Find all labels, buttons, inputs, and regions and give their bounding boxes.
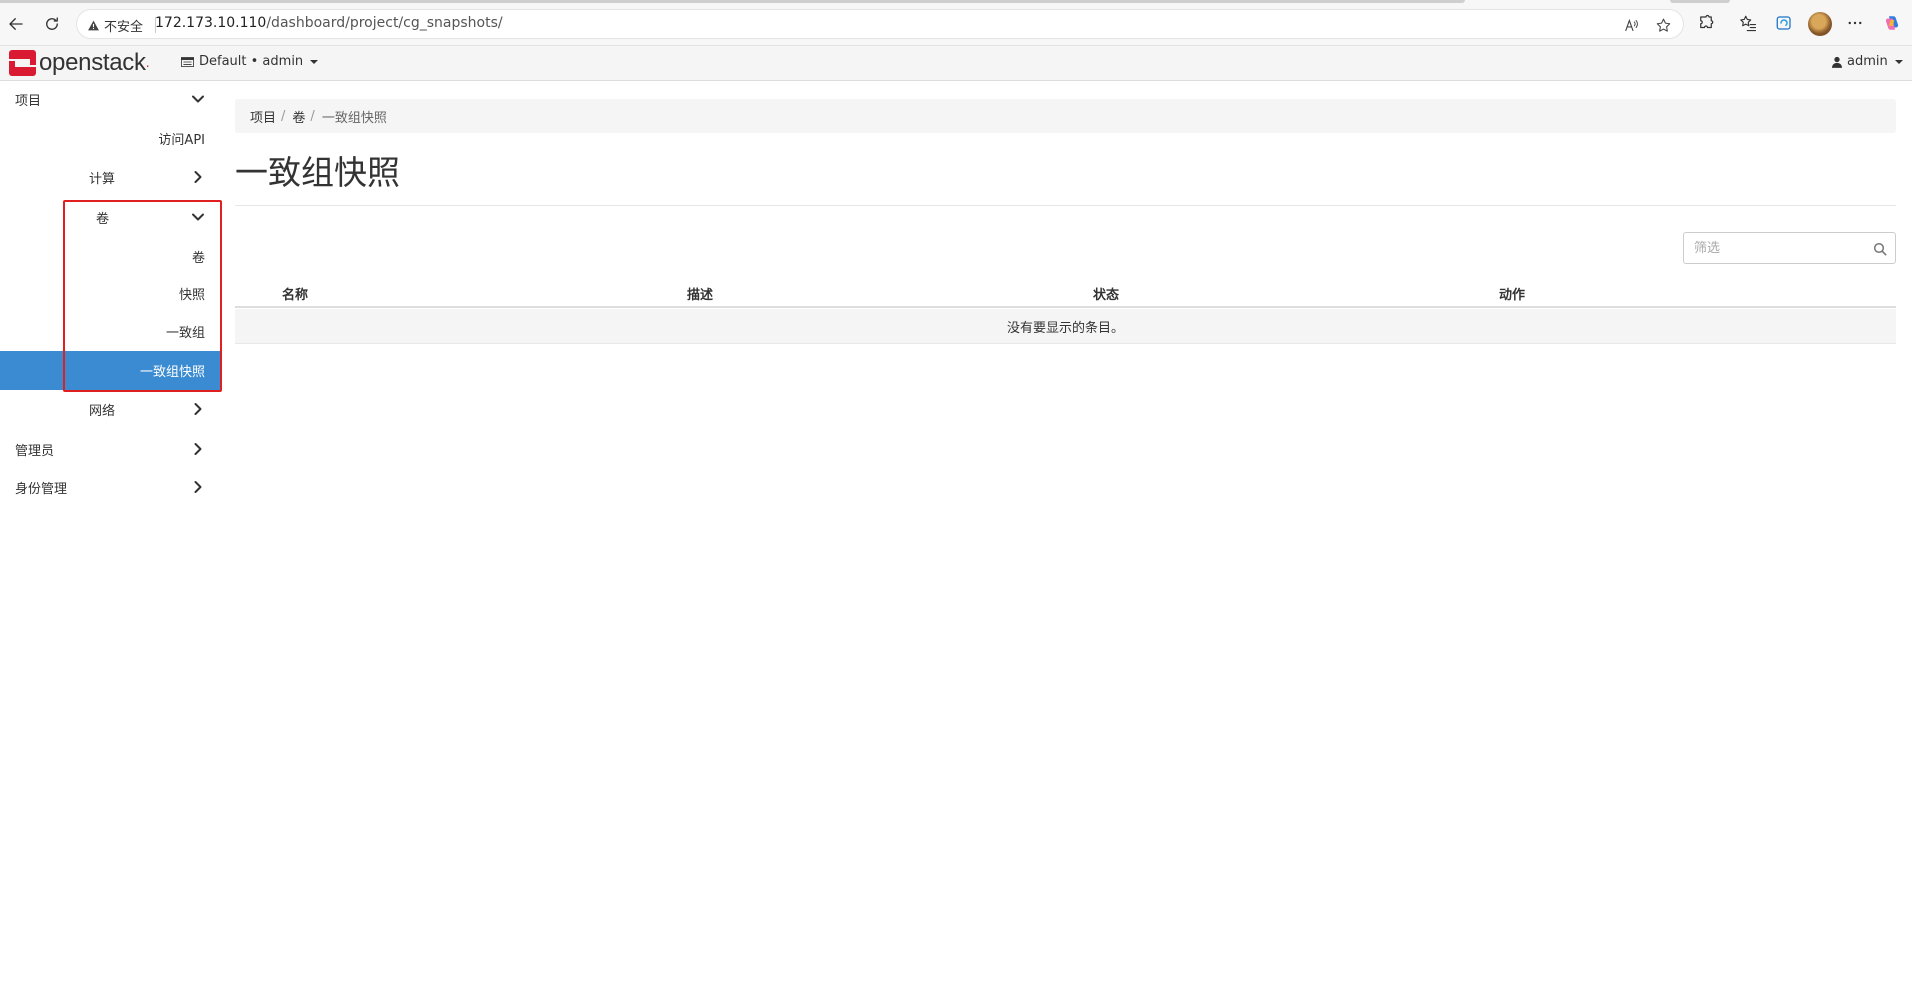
chevron-down-icon xyxy=(191,92,205,106)
arrow-left-icon xyxy=(9,18,23,30)
chevron-right-icon xyxy=(191,170,205,184)
project-selector-label: Default • admin xyxy=(199,54,304,69)
sidebar-item-project[interactable]: 项目 xyxy=(0,84,220,114)
sidebar-item-label: 网络 xyxy=(89,403,116,419)
favorites-button[interactable] xyxy=(1736,11,1760,35)
read-aloud-button[interactable] xyxy=(1621,15,1641,35)
sidebar-item-compute[interactable]: 计算 xyxy=(0,162,220,192)
sidebar-item-admin[interactable]: 管理员 xyxy=(0,434,220,464)
chevron-right-icon xyxy=(191,402,205,416)
filter-box[interactable] xyxy=(1683,232,1896,264)
user-icon xyxy=(1832,56,1842,68)
column-header-status[interactable]: 状态 xyxy=(1093,284,1119,303)
sidebar-item-label: 项目 xyxy=(15,93,42,109)
puzzle-icon xyxy=(1700,14,1714,29)
caret-down-icon xyxy=(310,59,319,64)
star-icon xyxy=(1656,18,1670,32)
openstack-logo[interactable]: openstack. xyxy=(9,49,150,76)
settings-menu-button[interactable] xyxy=(1843,11,1867,35)
openstack-navbar: openstack. Default • admin admin xyxy=(0,46,1912,81)
sidebar-item-access-api[interactable]: 访问API xyxy=(0,123,220,153)
chevron-right-icon xyxy=(191,480,205,494)
breadcrumb-divider: / xyxy=(281,108,286,124)
back-button[interactable] xyxy=(2,10,30,38)
sidebar-item-identity[interactable]: 身份管理 xyxy=(0,472,220,502)
logo-text: openstack xyxy=(39,49,146,76)
chevron-right-icon xyxy=(191,442,205,456)
extensions-button[interactable] xyxy=(1694,11,1718,35)
read-aloud-icon xyxy=(1624,18,1638,31)
table-header: 名称 描述 状态 动作 xyxy=(235,275,1896,308)
collections-icon xyxy=(1776,16,1791,30)
table-empty-row: 没有要显示的条目。 xyxy=(235,309,1896,344)
url-path: /dashboard/project/cg_snapshots/ xyxy=(266,15,503,31)
column-header-description[interactable]: 描述 xyxy=(687,284,713,303)
collections-button[interactable] xyxy=(1772,11,1796,35)
url-text[interactable]: 172.173.10.110/dashboard/project/cg_snap… xyxy=(155,15,503,31)
tab-strip xyxy=(0,0,1465,3)
breadcrumb: 项目 / 卷 / 一致组快照 xyxy=(235,99,1896,133)
warning-icon xyxy=(88,20,99,30)
project-selector[interactable]: Default • admin xyxy=(181,54,319,69)
profile-avatar[interactable] xyxy=(1808,12,1832,36)
project-list-icon xyxy=(181,56,194,67)
copilot-button[interactable] xyxy=(1880,11,1904,35)
breadcrumb-item-volumes[interactable]: 卷 xyxy=(292,107,305,126)
site-security-indicator[interactable]: 不安全 xyxy=(87,16,157,35)
sidebar-item-network[interactable]: 网络 xyxy=(0,394,220,424)
logo-dot: . xyxy=(145,56,150,70)
more-horizontal-icon xyxy=(1848,21,1862,25)
page-title: 一致组快照 xyxy=(235,153,400,192)
column-header-actions: 动作 xyxy=(1499,288,1526,303)
breadcrumb-item-project[interactable]: 项目 xyxy=(250,107,276,126)
sidebar-item-label: 管理员 xyxy=(15,443,55,459)
sidebar-item-label: 身份管理 xyxy=(15,481,68,497)
favorite-star-button[interactable] xyxy=(1653,15,1673,35)
sidebar-item-label: 计算 xyxy=(89,171,116,187)
caret-down-icon xyxy=(1894,59,1903,64)
copilot-icon xyxy=(1885,16,1899,30)
breadcrumb-divider: / xyxy=(310,108,315,124)
search-icon[interactable] xyxy=(1873,241,1887,256)
favorites-list-icon xyxy=(1740,15,1757,32)
security-label: 不安全 xyxy=(104,19,144,35)
sidebar-item-label: 访问API xyxy=(158,132,205,148)
address-bar[interactable]: 不安全 172.173.10.110/dashboard/project/cg_… xyxy=(76,9,1684,39)
title-divider xyxy=(235,205,1896,206)
browser-chrome: 不安全 172.173.10.110/dashboard/project/cg_… xyxy=(0,0,1912,46)
annotation-highlight-box xyxy=(63,200,222,392)
empty-message: 没有要显示的条目。 xyxy=(1006,320,1124,336)
reload-button[interactable] xyxy=(38,10,66,38)
user-menu[interactable]: admin xyxy=(1832,54,1903,69)
filter-input[interactable] xyxy=(1694,239,1864,257)
column-header-name[interactable]: 名称 xyxy=(282,284,308,303)
tab-strip-secondary xyxy=(1670,0,1730,3)
user-menu-label: admin xyxy=(1847,54,1888,69)
breadcrumb-item-current: 一致组快照 xyxy=(321,110,387,126)
url-host: 172.173.10.110 xyxy=(155,15,267,31)
openstack-logo-mark xyxy=(9,50,36,76)
reload-icon xyxy=(46,17,58,30)
